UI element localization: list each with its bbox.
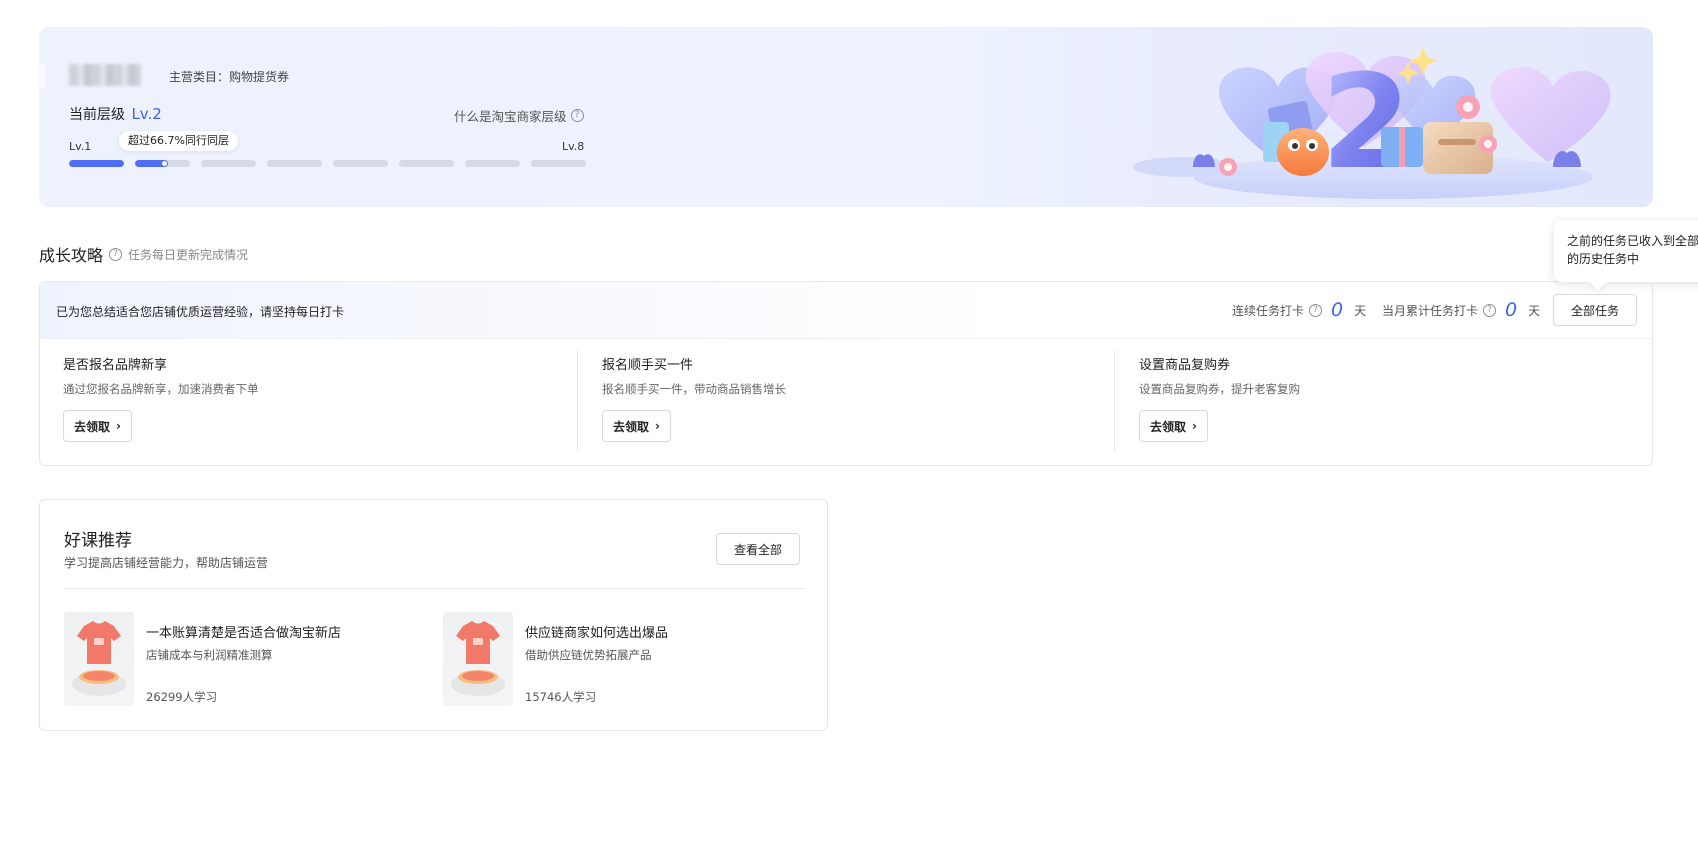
shop-avatar xyxy=(39,63,45,89)
streak-label: 连续任务打卡 xyxy=(1232,303,1305,318)
course-title: 供应链商家如何选出爆品 xyxy=(525,626,669,641)
courses-subtitle: 学习提高店铺经营能力，帮助店铺运营 xyxy=(64,556,269,570)
growth-section-header: 成长攻略 ? 任务每日更新完成情况 xyxy=(39,242,248,266)
streak-value: 0 xyxy=(1331,299,1344,321)
claim-button[interactable]: 去领取 › xyxy=(602,410,671,442)
course-title: 一本账算清楚是否适合做淘宝新店 xyxy=(146,626,342,641)
course-desc: 借助供应链优势拓展产品 xyxy=(525,648,652,662)
level-banner: 主营类目：购物提货券 当前层级 Lv.2 什么是淘宝商家层级 ? Lv.1 Lv… xyxy=(39,27,1653,207)
claim-button-label: 去领取 xyxy=(613,419,650,434)
question-icon[interactable]: ? xyxy=(1483,303,1497,317)
question-icon[interactable]: ? xyxy=(1309,303,1323,317)
course-desc: 店铺成本与利润精准测算 xyxy=(146,648,273,662)
progress-segment xyxy=(267,160,322,167)
current-level: 当前层级 Lv.2 xyxy=(69,104,162,124)
all-tasks-button[interactable]: 全部任务 xyxy=(1553,294,1637,326)
growth-title: 成长攻略 xyxy=(39,246,104,265)
progress-fill xyxy=(69,160,124,167)
chevron-right-icon: › xyxy=(655,419,660,433)
tshirt-icon xyxy=(72,621,126,696)
course-learners: 15746人学习 xyxy=(525,690,597,704)
task-item: 设置商品复购券 设置商品复购券，提升老客复购 去领取 › xyxy=(1114,350,1651,452)
progress-segment xyxy=(465,160,520,167)
task-item: 报名顺手买一件 报名顺手买一件，带动商品销售增长 去领取 › xyxy=(577,350,1114,452)
progress-marker xyxy=(162,161,167,166)
level-start-label: Lv.1 xyxy=(69,140,92,153)
chevron-right-icon: › xyxy=(1192,419,1197,433)
streak-stat: 连续任务打卡 ? 0 天 xyxy=(1232,299,1366,321)
level-progress-bar xyxy=(69,160,586,167)
main-category: 主营类目：购物提货券 xyxy=(169,70,290,84)
month-stat: 当月累计任务打卡 ? 0 天 xyxy=(1382,299,1540,321)
task-title: 设置商品复购券 xyxy=(1139,358,1231,373)
platform-shape xyxy=(1133,157,1233,177)
task-desc: 通过您报名品牌新享，加速消费者下单 xyxy=(63,382,259,396)
question-icon: ? xyxy=(570,109,584,122)
month-value: 0 xyxy=(1505,299,1518,321)
growth-tasks-card: 已为您总结适合您店铺优质运营经验，请坚持每日打卡 连续任务打卡 ? 0 天 当月… xyxy=(39,281,1653,466)
progress-segment xyxy=(333,160,388,167)
level-illustration: 2 xyxy=(1133,46,1611,199)
course-info: 一本账算清楚是否适合做淘宝新店 店铺成本与利润精准测算 26299人学习 xyxy=(146,612,341,706)
course-thumbnail xyxy=(443,612,513,706)
progress-segment xyxy=(201,160,256,167)
claim-button[interactable]: 去领取 › xyxy=(1139,410,1208,442)
history-tasks-tooltip: 之前的任务已收入到全部的历史任务中 xyxy=(1554,220,1698,282)
task-title: 报名顺手买一件 xyxy=(602,358,694,373)
task-desc: 设置商品复购券，提升老客复购 xyxy=(1139,382,1300,396)
course-info: 供应链商家如何选出爆品 借助供应链优势拓展产品 15746人学习 xyxy=(525,612,668,706)
level-end-label: Lv.8 xyxy=(562,140,585,153)
task-title: 是否报名品牌新享 xyxy=(63,358,168,373)
illustration-number: 2 xyxy=(1321,46,1411,198)
progress-segment xyxy=(531,160,586,167)
month-label: 当月累计任务打卡 xyxy=(1382,303,1479,318)
tshirt-icon xyxy=(451,621,505,696)
chevron-right-icon: › xyxy=(116,419,121,433)
claim-button[interactable]: 去领取 › xyxy=(63,410,132,442)
tasks-hint: 已为您总结适合您店铺优质运营经验，请坚持每日打卡 xyxy=(56,305,345,319)
course-thumbnail xyxy=(64,612,134,706)
tasks-header: 已为您总结适合您店铺优质运营经验，请坚持每日打卡 连续任务打卡 ? 0 天 当月… xyxy=(40,282,1652,339)
what-is-level-label: 什么是淘宝商家层级 xyxy=(454,109,567,124)
peer-comparison-badge: 超过66.7%同行同层 xyxy=(119,131,238,151)
progress-segment xyxy=(135,160,190,167)
course-item[interactable]: 供应链商家如何选出爆品 借助供应链优势拓展产品 15746人学习 xyxy=(443,612,668,706)
current-level-value: Lv.2 xyxy=(131,105,162,123)
question-icon[interactable]: ? xyxy=(109,247,123,261)
task-list: 是否报名品牌新享 通过您报名品牌新享，加速消费者下单 去领取 › 报名顺手买一件… xyxy=(40,339,1652,452)
month-unit: 天 xyxy=(1528,303,1541,318)
progress-segment xyxy=(69,160,124,167)
view-all-courses-button[interactable]: 查看全部 xyxy=(716,533,800,565)
streak-unit: 天 xyxy=(1354,303,1367,318)
course-recommendation-card: 好课推荐 学习提高店铺经营能力，帮助店铺运营 查看全部 一本账算清楚是否适合做淘… xyxy=(39,499,828,731)
mascot-shape xyxy=(1277,128,1329,176)
progress-segment xyxy=(399,160,454,167)
heart-shape xyxy=(1490,67,1611,162)
divider xyxy=(64,588,805,589)
shop-name-redacted xyxy=(69,64,141,86)
what-is-level-link[interactable]: 什么是淘宝商家层级 ? xyxy=(454,106,584,125)
course-learners: 26299人学习 xyxy=(146,690,218,704)
task-item: 是否报名品牌新享 通过您报名品牌新享，加速消费者下单 去领取 › xyxy=(40,350,577,452)
current-level-prefix: 当前层级 xyxy=(69,107,125,123)
task-desc: 报名顺手买一件，带动商品销售增长 xyxy=(602,382,786,396)
claim-button-label: 去领取 xyxy=(74,419,111,434)
courses-title: 好课推荐 xyxy=(64,531,132,551)
growth-subtitle: 任务每日更新完成情况 xyxy=(128,247,249,262)
claim-button-label: 去领取 xyxy=(1150,419,1187,434)
course-item[interactable]: 一本账算清楚是否适合做淘宝新店 店铺成本与利润精准测算 26299人学习 xyxy=(64,612,341,706)
